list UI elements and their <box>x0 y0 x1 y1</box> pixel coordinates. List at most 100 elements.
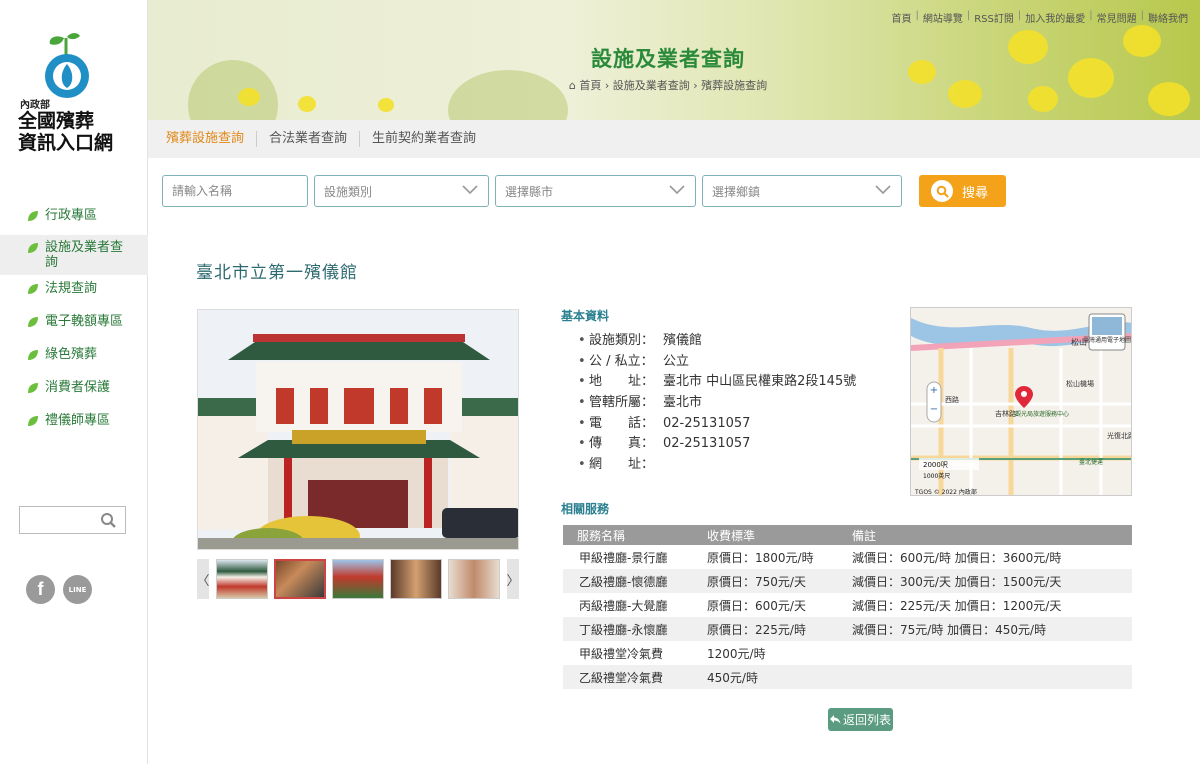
info-row-jurisdiction: • 管轄所屬： 臺北市 <box>578 393 856 414</box>
name-field <box>162 175 308 207</box>
service-note <box>852 641 1132 665</box>
service-fee: 原價日：600元/天 <box>707 598 806 613</box>
info-label: 電 話： <box>589 415 655 431</box>
services-table: 服務名稱 收費標準 備註 甲級禮廳-景行廳 原價日：1800元/時 減價日：60… <box>563 525 1132 689</box>
map-scale-label: 1000英尺 <box>923 472 950 480</box>
info-label: 地 址： <box>589 374 655 390</box>
map-attribution: TGOS © 2022 內政部 <box>914 488 977 496</box>
search-icon[interactable] <box>100 512 117 529</box>
top-link-home[interactable]: 首頁 <box>891 10 911 25</box>
logo-title: 全國殯葬 資訊入口網 <box>18 110 128 154</box>
leaf-icon <box>28 350 38 360</box>
sidebar-item-admin[interactable]: 行政專區 <box>0 202 148 235</box>
leaf-icon <box>28 383 38 393</box>
top-link-rss[interactable]: RSS訂閱 <box>974 10 1014 25</box>
table-row: 丁級禮廳-永懷廳 原價日：225元/時 減價日：75元/時 加價日：450元/時 <box>563 617 1132 641</box>
county-select-value: 選擇縣市 <box>505 184 554 199</box>
sidebar-search-input[interactable] <box>20 507 96 533</box>
thumb-prev-button[interactable]: 〈 <box>197 559 210 599</box>
search-button-label: 搜尋 <box>962 185 989 201</box>
service-fee: 450元/時 <box>707 665 852 689</box>
svg-text:+: + <box>930 385 938 396</box>
chevron-down-icon <box>875 185 891 195</box>
leaf-icon <box>28 416 38 426</box>
sidebar-search-box <box>19 506 126 534</box>
table-row: 乙級禮堂冷氣費 450元/時 <box>563 665 1132 689</box>
info-value: 公立 <box>663 353 690 369</box>
basic-info-list: • 設施類別： 殯儀館 • 公 / 私立： 公立 • 地 址： 臺北市 中山區民… <box>578 331 856 476</box>
back-to-list-button[interactable]: 返回列表 <box>828 708 893 731</box>
sidebar-item-label: 電子輓額專區 <box>45 314 124 329</box>
thumbnail[interactable] <box>390 559 442 599</box>
facebook-icon[interactable]: f <box>26 575 55 604</box>
photo-thumbnails: 〈 〉 <box>197 559 520 599</box>
table-row: 甲級禮廳-景行廳 原價日：1800元/時 減價日：600元/時 加價日：3600… <box>563 545 1132 569</box>
tab-prepaid-contract[interactable]: 生前契約業者查詢 <box>360 131 488 147</box>
services-title: 相關服務 <box>561 502 610 516</box>
map-label: 吉林路 <box>995 409 1016 418</box>
thumbnail[interactable] <box>216 559 268 599</box>
flower-decoration <box>298 96 316 112</box>
sidebar-item-facility-search[interactable]: 設施及業者查詢 <box>0 235 148 275</box>
info-row-type: • 設施類別： 殯儀館 <box>578 331 856 352</box>
county-select[interactable]: 選擇縣市 <box>495 175 696 207</box>
service-name: 丙級禮廳-大覺廳 <box>579 598 668 613</box>
top-link-favorite[interactable]: 加入我的最愛 <box>1025 10 1085 25</box>
info-value: 臺北市 <box>663 395 703 411</box>
info-row-fax: • 傳 真： 02-25131057 <box>578 434 856 455</box>
service-fee: 1200元/時 <box>707 646 766 661</box>
top-link-contact[interactable]: 聯絡我們 <box>1148 10 1188 25</box>
map-label: 觀光局旅遊服務中心 <box>1015 410 1069 418</box>
sidebar-item-label: 消費者保護 <box>45 380 111 395</box>
line-icon[interactable]: LINE <box>63 575 92 604</box>
site-logo[interactable]: 內政部 全國殯葬 資訊入口網 <box>18 32 128 162</box>
info-row-phone: • 電 話： 02-25131057 <box>578 414 856 435</box>
service-fee: 原價日：225元/時 <box>707 617 852 641</box>
service-fee: 原價日：1800元/時 <box>707 550 814 565</box>
top-link-sitemap[interactable]: 網站導覽 <box>923 10 963 25</box>
table-row: 乙級禮廳-懷德廳 原價日：750元/天 減價日：300元/天 加價日：1500元… <box>563 569 1132 593</box>
social-links: f LINE <box>26 575 92 604</box>
sidebar-item-label: 設施及業者查詢 <box>45 240 124 270</box>
map-canvas: + − 臺灣通用電子地圖 松山 松山機場 西路 吉林路 觀光局旅遊服務中心 光復… <box>911 308 1132 496</box>
breadcrumb-current[interactable]: 殯葬設施查詢 <box>701 79 767 92</box>
sidebar-item-regulations[interactable]: 法規查詢 <box>0 275 148 308</box>
back-arrow-icon <box>829 715 841 724</box>
thumb-next-button[interactable]: 〉 <box>507 559 520 599</box>
sidebar-item-label: 綠色殯葬 <box>45 347 98 362</box>
chevron-down-icon <box>669 185 685 195</box>
info-value: 02-25131057 <box>663 436 751 452</box>
top-link-faq[interactable]: 常見問題 <box>1097 10 1137 25</box>
table-row: 丙級禮廳-大覺廳 原價日：600元/天 減價日：225元/天 加價日：1200元… <box>563 593 1132 617</box>
facility-name: 臺北市立第一殯儀館 <box>196 263 358 283</box>
back-button-label: 返回列表 <box>842 713 891 727</box>
name-input[interactable] <box>172 184 307 198</box>
tab-legal-operator[interactable]: 合法業者查詢 <box>257 131 361 147</box>
breadcrumb-home[interactable]: 首頁 <box>579 79 601 92</box>
thumbnail[interactable] <box>332 559 384 599</box>
sidebar-item-e-eulogy[interactable]: 電子輓額專區 <box>0 308 148 341</box>
map-label: 松山 <box>1071 337 1087 347</box>
tab-funeral-facility[interactable]: 殯葬設施查詢 <box>166 131 258 147</box>
column-header: 服務名稱 <box>563 525 707 545</box>
service-name: 甲級禮堂冷氣費 <box>579 646 664 661</box>
leaf-icon <box>28 284 38 294</box>
town-select[interactable]: 選擇鄉鎮 <box>702 175 902 207</box>
location-map[interactable]: + − 臺灣通用電子地圖 松山 松山機場 西路 吉林路 觀光局旅遊服務中心 光復… <box>910 307 1132 496</box>
town-select-value: 選擇鄉鎮 <box>712 184 761 199</box>
info-label: 公 / 私立： <box>589 353 654 369</box>
search-button[interactable]: 搜尋 <box>919 175 1006 207</box>
table-row: 甲級禮堂冷氣費 1200元/時 <box>563 641 1132 665</box>
type-select[interactable]: 設施類別 <box>314 175 489 207</box>
logo-title-line2: 資訊入口網 <box>18 132 114 154</box>
sidebar-item-green-burial[interactable]: 綠色殯葬 <box>0 341 148 374</box>
sidebar-item-funeral-director[interactable]: 禮儀師專區 <box>0 407 148 440</box>
thumbnail[interactable] <box>274 559 326 599</box>
thumbnail[interactable] <box>448 559 500 599</box>
info-row-address: • 地 址： 臺北市 中山區民權東路2段145號 <box>578 372 856 393</box>
map-label: 光復北路 <box>1107 431 1132 440</box>
service-name: 乙級禮廳-懷德廳 <box>563 569 707 593</box>
sidebar-item-consumer-protection[interactable]: 消費者保護 <box>0 374 148 407</box>
building-image <box>198 310 518 549</box>
breadcrumb-facility-search[interactable]: 設施及業者查詢 <box>613 79 690 92</box>
